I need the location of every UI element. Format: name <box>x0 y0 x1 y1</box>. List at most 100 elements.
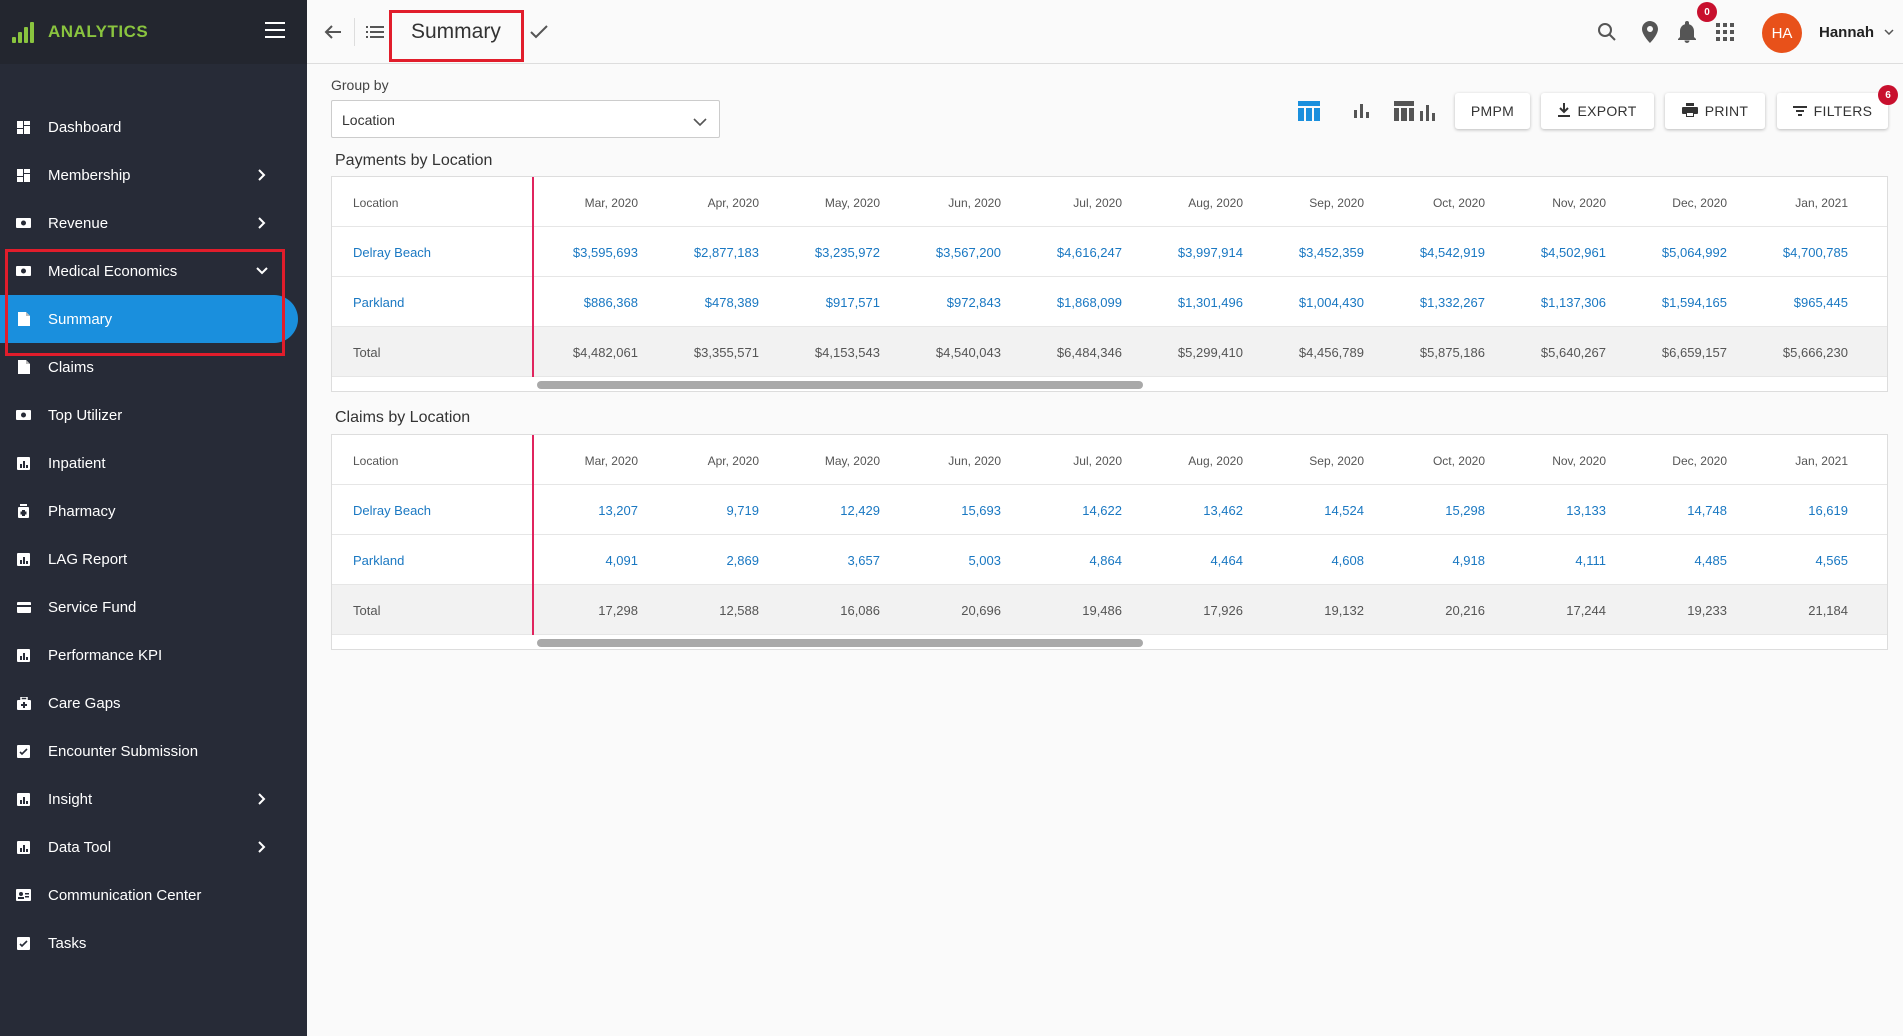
sidebar-item-pharmacy[interactable]: Pharmacy <box>0 487 307 535</box>
value-link[interactable]: 14,622 <box>1012 503 1122 518</box>
value-link[interactable]: $3,452,359 <box>1254 245 1364 260</box>
value-link[interactable]: 4,565 <box>1738 553 1848 568</box>
column-header[interactable]: Oct, 2020 <box>1375 196 1485 210</box>
value-link[interactable]: 13,133 <box>1496 503 1606 518</box>
value-link[interactable]: 4,608 <box>1254 553 1364 568</box>
value-link[interactable]: $478,389 <box>649 295 759 310</box>
value-link[interactable]: 15,693 <box>891 503 1001 518</box>
column-header[interactable]: Nov, 2020 <box>1496 454 1606 468</box>
column-header[interactable]: Dec, 2020 <box>1617 454 1727 468</box>
value-link[interactable]: 9,719 <box>649 503 759 518</box>
value-link[interactable]: $4,700,785 <box>1738 245 1848 260</box>
sidebar-item-insight[interactable]: Insight <box>0 775 307 823</box>
chevron-right-icon[interactable] <box>255 168 269 182</box>
column-header[interactable]: Jul, 2020 <box>1012 196 1122 210</box>
value-link[interactable]: $4,616,247 <box>1012 245 1122 260</box>
column-header[interactable]: Apr, 2020 <box>649 454 759 468</box>
avatar[interactable]: HA <box>1762 13 1802 53</box>
column-header[interactable]: Mar, 2020 <box>528 196 638 210</box>
menu-toggle-icon[interactable] <box>265 22 285 38</box>
value-link[interactable]: 14,524 <box>1254 503 1364 518</box>
value-link[interactable]: $1,137,306 <box>1496 295 1606 310</box>
value-link[interactable]: 4,111 <box>1496 553 1606 568</box>
sidebar-item-performance-kpi[interactable]: Performance KPI <box>0 631 307 679</box>
value-link[interactable]: $4,502,961 <box>1496 245 1606 260</box>
location-link[interactable]: Parkland <box>353 553 404 568</box>
column-header[interactable]: Sep, 2020 <box>1254 454 1364 468</box>
value-link[interactable]: 4,091 <box>528 553 638 568</box>
value-link[interactable]: 3,657 <box>770 553 880 568</box>
column-header[interactable]: Aug, 2020 <box>1133 196 1243 210</box>
sidebar-item-encounter-submission[interactable]: Encounter Submission <box>0 727 307 775</box>
location-link[interactable]: Delray Beach <box>353 503 431 518</box>
value-link[interactable]: $3,567,200 <box>891 245 1001 260</box>
sidebar-item-membership[interactable]: Membership <box>0 151 307 199</box>
column-header[interactable]: Nov, 2020 <box>1496 196 1606 210</box>
column-header[interactable]: Aug, 2020 <box>1133 454 1243 468</box>
value-link[interactable]: $5,064,992 <box>1617 245 1727 260</box>
filters-button[interactable]: FILTERS <box>1777 93 1888 129</box>
apps-grid-icon[interactable] <box>1715 22 1735 42</box>
sidebar-item-dashboard[interactable]: Dashboard <box>0 103 307 151</box>
column-header[interactable]: Dec, 2020 <box>1617 196 1727 210</box>
table-chart-view-icon[interactable] <box>1394 101 1436 126</box>
value-link[interactable]: 2,869 <box>649 553 759 568</box>
sidebar-item-communication-center[interactable]: Communication Center <box>0 871 307 919</box>
table-view-icon[interactable] <box>1298 101 1320 126</box>
value-link[interactable]: $3,595,693 <box>528 245 638 260</box>
list-icon[interactable] <box>365 23 385 41</box>
column-header[interactable]: Apr, 2020 <box>649 196 759 210</box>
value-link[interactable]: $1,004,430 <box>1254 295 1364 310</box>
sidebar-item-tasks[interactable]: Tasks <box>0 919 307 967</box>
value-link[interactable]: 12,429 <box>770 503 880 518</box>
group-by-select[interactable]: Location <box>331 100 720 138</box>
value-link[interactable]: $1,868,099 <box>1012 295 1122 310</box>
column-header-location[interactable]: Location <box>353 196 398 210</box>
column-header[interactable]: Jun, 2020 <box>891 454 1001 468</box>
value-link[interactable]: $1,594,165 <box>1617 295 1727 310</box>
value-link[interactable]: $3,235,972 <box>770 245 880 260</box>
sidebar-item-lag-report[interactable]: LAG Report <box>0 535 307 583</box>
value-link[interactable]: 4,864 <box>1012 553 1122 568</box>
value-link[interactable]: $1,332,267 <box>1375 295 1485 310</box>
pmpm-button[interactable]: PMPM <box>1455 93 1530 129</box>
chevron-down-icon[interactable] <box>1883 27 1895 37</box>
value-link[interactable]: 4,485 <box>1617 553 1727 568</box>
sidebar-item-service-fund[interactable]: Service Fund <box>0 583 307 631</box>
sidebar-item-top-utilizer[interactable]: Top Utilizer <box>0 391 307 439</box>
column-header[interactable]: Jan, 2021 <box>1738 454 1848 468</box>
column-header[interactable]: Sep, 2020 <box>1254 196 1364 210</box>
column-header[interactable]: Jun, 2020 <box>891 196 1001 210</box>
column-header[interactable]: May, 2020 <box>770 196 880 210</box>
value-link[interactable]: $4,542,919 <box>1375 245 1485 260</box>
location-link[interactable]: Delray Beach <box>353 245 431 260</box>
value-link[interactable]: $886,368 <box>528 295 638 310</box>
horizontal-scrollbar[interactable] <box>537 639 1143 647</box>
column-header[interactable]: May, 2020 <box>770 454 880 468</box>
chevron-right-icon[interactable] <box>255 840 269 854</box>
value-link[interactable]: $3,997,914 <box>1133 245 1243 260</box>
chart-view-icon[interactable] <box>1354 102 1370 123</box>
sidebar-item-revenue[interactable]: Revenue <box>0 199 307 247</box>
username[interactable]: Hannah <box>1819 24 1874 41</box>
value-link[interactable]: $1,301,496 <box>1133 295 1243 310</box>
location-pin-icon[interactable] <box>1640 20 1660 44</box>
bell-icon[interactable] <box>1676 20 1698 44</box>
sidebar-item-data-tool[interactable]: Data Tool <box>0 823 307 871</box>
value-link[interactable]: 13,207 <box>528 503 638 518</box>
value-link[interactable]: 4,464 <box>1133 553 1243 568</box>
column-header[interactable]: Jul, 2020 <box>1012 454 1122 468</box>
value-link[interactable]: 16,619 <box>1738 503 1848 518</box>
value-link[interactable]: 13,462 <box>1133 503 1243 518</box>
back-arrow-icon[interactable] <box>323 22 343 42</box>
horizontal-scrollbar[interactable] <box>537 381 1143 389</box>
sidebar-item-care-gaps[interactable]: Care Gaps <box>0 679 307 727</box>
column-header[interactable]: Mar, 2020 <box>528 454 638 468</box>
value-link[interactable]: 15,298 <box>1375 503 1485 518</box>
value-link[interactable]: $2,877,183 <box>649 245 759 260</box>
value-link[interactable]: $965,445 <box>1738 295 1848 310</box>
column-header[interactable]: Jan, 2021 <box>1738 196 1848 210</box>
value-link[interactable]: 4,918 <box>1375 553 1485 568</box>
value-link[interactable]: $917,571 <box>770 295 880 310</box>
search-icon[interactable] <box>1596 21 1618 43</box>
